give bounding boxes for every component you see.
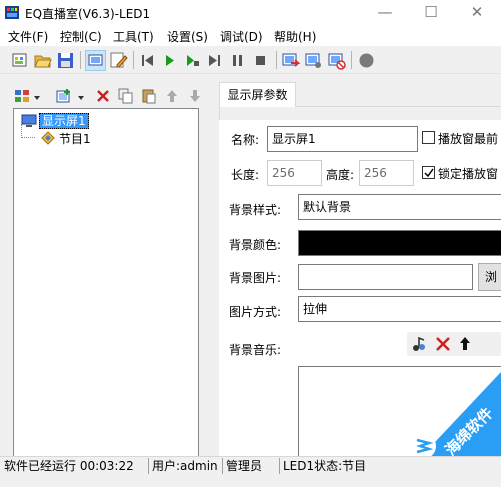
menu-settings[interactable]: 设置(S): [167, 28, 208, 45]
bg-image-label: 背景图片:: [229, 271, 282, 285]
delete-icon[interactable]: [95, 88, 111, 104]
paste-icon[interactable]: [141, 88, 157, 104]
width-field[interactable]: 256: [267, 160, 322, 186]
close-icon: ✕: [470, 3, 484, 21]
bg-color-label: 背景颜色:: [229, 238, 282, 252]
maximize-button[interactable]: ☐: [408, 0, 454, 26]
screen-tree[interactable]: [13, 108, 199, 463]
play-window-top-label: 播放窗最前: [438, 132, 499, 146]
name-field[interactable]: 显示屏1: [267, 126, 418, 152]
move-down-icon[interactable]: [187, 88, 203, 104]
move-up-music-icon[interactable]: [457, 335, 473, 353]
image-fit-label: 图片方式:: [229, 305, 282, 319]
edit-mode-icon[interactable]: [108, 50, 129, 71]
copy-icon[interactable]: [118, 88, 134, 104]
toolbar-separator: [80, 51, 81, 69]
step-play-icon[interactable]: [181, 50, 202, 71]
status-runtime: 软件已经运行 00:03:22: [4, 459, 134, 473]
send-settings-icon[interactable]: [303, 50, 324, 71]
record-icon[interactable]: [356, 50, 377, 71]
height-label: 高度:: [326, 168, 355, 182]
stop-icon[interactable]: [250, 50, 271, 71]
close-button[interactable]: ✕: [454, 0, 500, 26]
image-fit-select[interactable]: 拉伸: [298, 296, 501, 322]
lock-play-window-checkbox[interactable]: [422, 166, 435, 179]
pause-icon[interactable]: [227, 50, 248, 71]
bg-color-picker[interactable]: [298, 230, 501, 256]
toolbar-separator: [351, 51, 352, 69]
new-project-icon[interactable]: [9, 50, 30, 71]
save-icon[interactable]: [55, 50, 76, 71]
send-clear-icon[interactable]: [326, 50, 347, 71]
window-title: EQ直播室(V6.3)-LED1: [25, 7, 151, 21]
status-user: 用户:admin: [152, 459, 218, 473]
tree-connector: [22, 137, 35, 138]
bg-style-select[interactable]: 默认背景: [298, 194, 501, 220]
play-window-top-checkbox[interactable]: [422, 131, 435, 144]
minimize-icon: —: [377, 3, 393, 21]
browse-button[interactable]: 浏: [478, 263, 501, 291]
remove-music-icon[interactable]: [434, 335, 452, 353]
program-icon: [40, 130, 56, 146]
app-logo-icon: [5, 6, 19, 19]
menu-file[interactable]: 文件(F): [8, 28, 48, 45]
menu-help[interactable]: 帮助(H): [274, 28, 316, 45]
add-item-icon[interactable]: [56, 88, 72, 104]
send-icon[interactable]: [280, 50, 301, 71]
screen-mode-icon[interactable]: [85, 50, 106, 71]
tree-item-program[interactable]: 节目1: [59, 130, 91, 147]
bg-style-label: 背景样式:: [229, 203, 282, 217]
menu-control[interactable]: 控制(C): [60, 28, 102, 45]
skip-start-icon[interactable]: [137, 50, 158, 71]
minimize-button[interactable]: —: [362, 0, 408, 26]
name-label: 名称:: [231, 133, 260, 147]
toolbar-separator: [276, 51, 277, 69]
status-led: LED1状态:节目: [283, 459, 367, 473]
menu-tools[interactable]: 工具(T): [113, 28, 154, 45]
layout-grid-icon[interactable]: [14, 88, 30, 104]
height-field[interactable]: 256: [359, 160, 414, 186]
chevron-down-icon[interactable]: [33, 91, 41, 100]
open-folder-icon[interactable]: [32, 50, 53, 71]
toolbar-separator: [133, 51, 134, 69]
width-label: 长度:: [231, 168, 260, 182]
lock-play-window-label: 锁定播放窗: [438, 167, 499, 181]
skip-end-icon[interactable]: [204, 50, 225, 71]
tab-screen-params[interactable]: 显示屏参数: [219, 82, 296, 107]
add-music-icon[interactable]: [410, 335, 428, 353]
status-role: 管理员: [226, 459, 263, 473]
bg-music-label: 背景音乐:: [229, 343, 282, 357]
tree-item-screen[interactable]: 显示屏1: [39, 113, 89, 129]
move-up-icon[interactable]: [164, 88, 180, 104]
maximize-icon: ☐: [424, 3, 438, 21]
screen-icon: [21, 114, 37, 128]
menu-debug[interactable]: 调试(D): [220, 28, 263, 45]
dropdown-icon[interactable]: [77, 91, 85, 100]
play-icon[interactable]: [159, 50, 180, 71]
bg-image-field[interactable]: [298, 264, 473, 290]
